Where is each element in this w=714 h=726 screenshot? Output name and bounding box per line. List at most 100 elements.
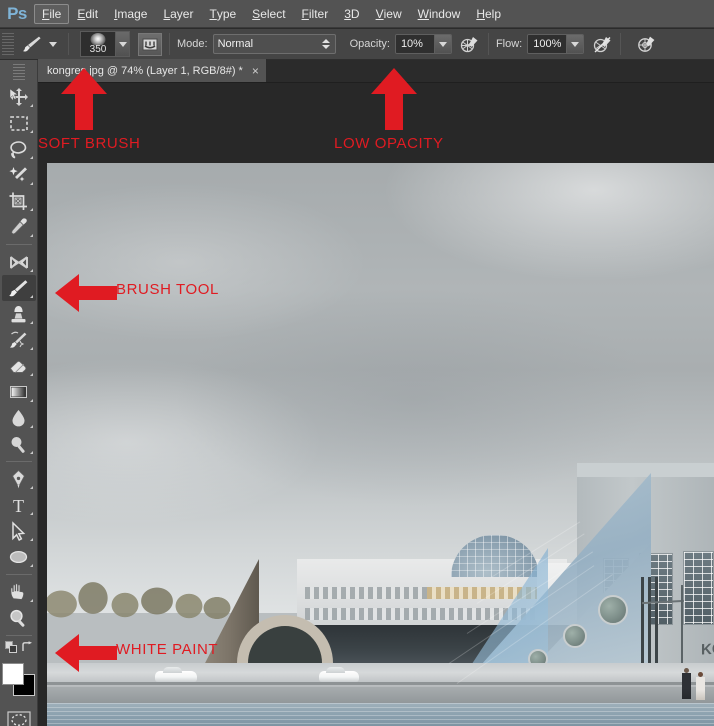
eyedropper-icon [11,217,27,234]
annotation-low-opacity-arrow-up-icon [371,68,417,130]
history-brush-tool[interactable] [2,327,36,353]
annotation-white-paint-arrow-left-icon [55,634,117,672]
tools-list: T [0,84,37,631]
menu-item-image[interactable]: Image [106,4,155,24]
menu-item-label: ile [49,6,62,21]
menu-item-view[interactable]: View [368,4,410,24]
path-selection-tool[interactable] [2,518,36,544]
menu-mnemonic: T [209,6,217,21]
type-icon: T [13,496,24,516]
magic-wand-tool[interactable] [2,162,36,188]
airbrush-icon[interactable] [635,33,657,55]
lasso-tool[interactable] [2,136,36,162]
close-icon[interactable]: × [252,65,259,77]
opacity-chevron-down-icon[interactable] [433,35,451,53]
tool-flyout-corner-icon [29,130,33,133]
menu-mnemonic: V [375,6,384,21]
default-colors-icon[interactable] [4,640,17,658]
foreground-color-swatch[interactable] [1,663,24,685]
healing-icon [10,255,28,269]
menu-item-label: dit [85,6,99,21]
pedestrian-man [682,668,691,699]
ellipse-tool[interactable] [2,544,36,570]
eraser-icon [10,360,27,373]
tool-flyout-corner-icon [29,347,33,350]
tool-flyout-corner-icon [29,269,33,272]
stamp-icon [11,305,26,322]
porthole-window-medium [563,624,587,648]
svg-text:T: T [13,496,24,516]
white-car-right [319,667,359,682]
color-controls-row [2,640,36,657]
tools-separator [5,244,32,245]
menu-item-3d[interactable]: 3D [336,4,367,24]
options-bar-grip[interactable] [2,33,14,55]
opacity-label: Opacity: [349,38,390,50]
menu-item-label: D [350,6,360,21]
menu-mnemonic: E [77,6,86,21]
dodge-tool[interactable] [2,431,36,457]
flow-field[interactable]: 100% [527,34,585,54]
active-tool-preview-icon[interactable] [19,32,45,56]
blend-mode-select[interactable]: Normal [212,34,336,54]
tool-preset-chevron-down-icon[interactable] [45,41,61,47]
menu-item-label: ype [216,6,237,21]
brush-preset-chevron-down-icon[interactable] [116,31,130,57]
ellipse-icon [9,550,28,563]
water-surface [47,703,714,726]
move-icon [9,87,28,106]
tool-flyout-corner-icon [29,512,33,515]
airbrush-pressure-opacity-icon[interactable] [459,33,481,55]
options-separator-4 [620,33,622,55]
blur-tool[interactable] [2,405,36,431]
menu-item-file[interactable]: File [34,3,70,24]
crop-tool[interactable] [2,188,36,214]
canvas-area[interactable]: KONGR BRUSH TOOL WHITE PAINT [38,83,714,726]
tools-separator [5,574,32,575]
hand-tool[interactable] [2,579,36,605]
tools-panel-grip[interactable] [13,64,25,80]
wand-icon [9,166,27,181]
brush-size-preview[interactable]: 350 [80,31,116,57]
spot-healing-brush-tool[interactable] [2,249,36,275]
clone-stamp-tool[interactable] [2,301,36,327]
gradient-tool[interactable] [2,379,36,405]
pen-tool[interactable] [2,466,36,492]
dodge-icon [11,436,25,453]
airbrush-pressure-size-icon[interactable] [591,33,613,55]
brush-preset-picker[interactable]: 350 [76,31,130,57]
menu-item-layer[interactable]: Layer [155,4,201,24]
zoom-tool[interactable] [2,605,36,631]
tool-flyout-corner-icon [29,156,33,159]
pathselect-icon [12,520,26,541]
eraser-tool[interactable] [2,353,36,379]
blend-mode-value: Normal [217,38,254,50]
eyedropper-tool[interactable] [2,214,36,240]
menu-item-type[interactable]: Type [201,4,244,24]
menu-mnemonic: S [252,6,261,21]
flow-chevron-down-icon[interactable] [566,35,584,53]
annotation-brush-tool-label: BRUSH TOOL [116,281,219,298]
tool-flyout-corner-icon [29,599,33,602]
zoom-icon [10,609,25,627]
flow-value[interactable]: 100% [528,35,567,53]
menu-item-filter[interactable]: Filter [294,4,337,24]
quick-mask-icon[interactable] [2,707,36,726]
brush-tool[interactable] [1,275,36,301]
opacity-value[interactable]: 10% [395,35,434,53]
menu-item-edit[interactable]: Edit [69,4,106,24]
swap-colors-icon[interactable] [21,640,33,658]
rectangular-marquee-tool[interactable] [2,110,36,136]
menu-item-help[interactable]: Help [468,4,509,24]
horizontal-type-tool[interactable]: T [2,492,36,518]
brush-icon [9,279,28,296]
menu-item-window[interactable]: Window [410,4,469,24]
blur-icon [12,409,25,426]
opacity-field[interactable]: 10% [394,34,452,54]
menu-item-select[interactable]: Select [244,4,293,24]
tool-flyout-corner-icon [29,208,33,211]
tools-separator-bottom [5,635,32,636]
brush-panel-icon[interactable] [138,32,162,56]
gradient-icon [10,385,27,398]
move-tool[interactable] [2,84,36,110]
